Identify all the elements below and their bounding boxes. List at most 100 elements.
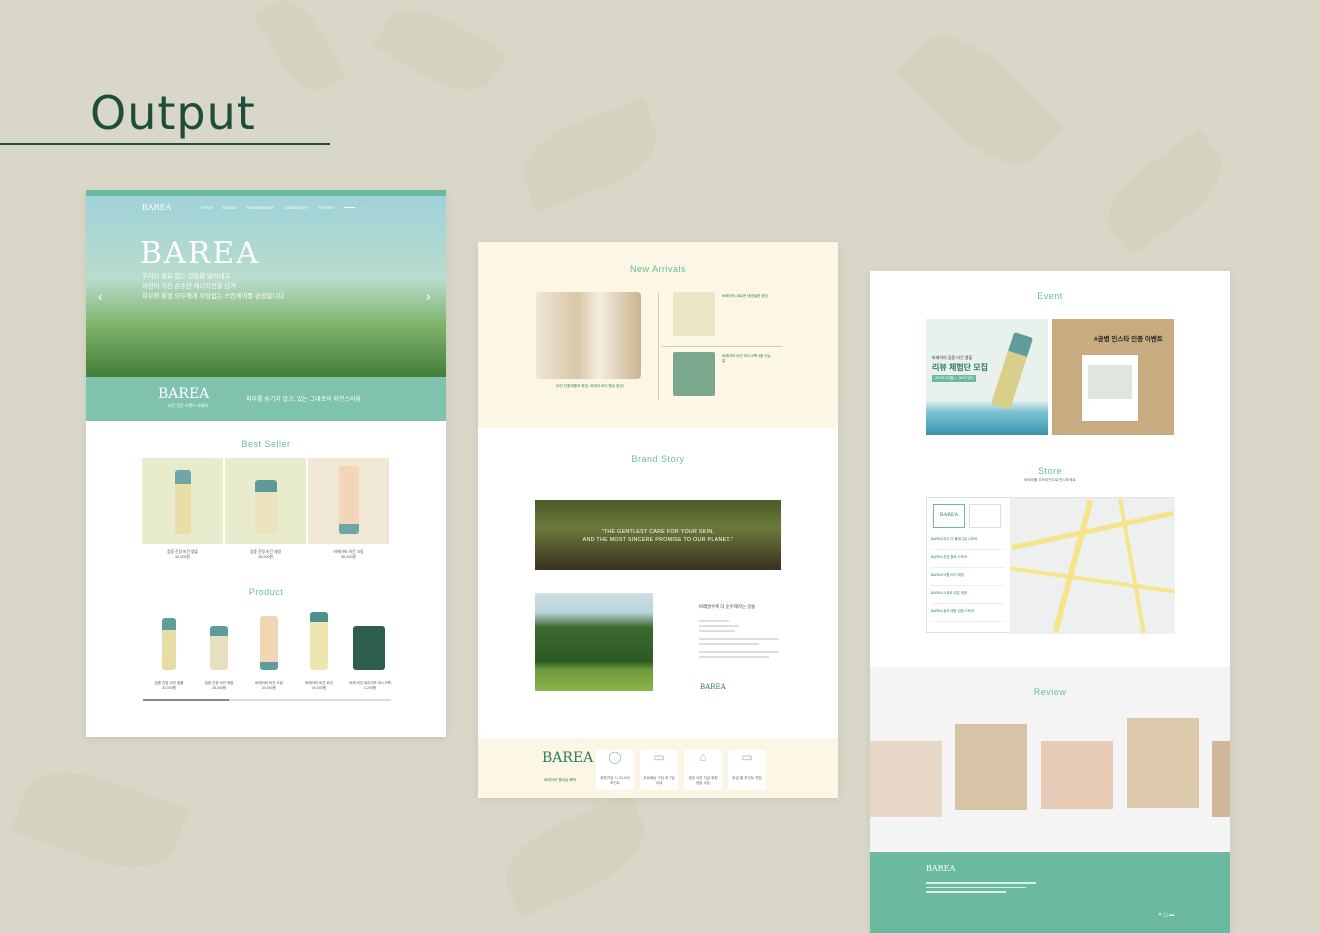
product-item[interactable] [350,614,388,674]
best-item-text: 집중 진정 비건 세럼 28,000원 [225,550,306,560]
product-title: Product [248,587,284,597]
review-card[interactable] [870,741,942,817]
product-image [353,626,385,670]
footer-info [926,882,1046,896]
search-input[interactable] [344,206,355,208]
nav-item[interactable]: REVIEW [318,205,334,210]
user-icon: ◯ [608,750,622,764]
user-icon[interactable]: ◦ [377,205,378,210]
search-icon[interactable]: ○ [365,205,367,210]
mockup-event-page: Event 바레아의 집중 비건 앰플 리뷰 체험단 모집 25.09.01(월… [870,271,1230,933]
best-card[interactable] [142,458,223,544]
mockup-home-page: BAREA 우리는 필요 없는 것들을 덜어내고 자연이 가진 순수한 에너지만… [86,190,446,737]
new-arrivals-title: New Arrivals [629,264,686,274]
product-image [210,626,228,670]
new-arrival-thumb[interactable] [673,352,715,396]
brand-story-banner: "THE GENTLEST CARE FOR YOUR SKIN, AND TH… [535,500,781,570]
best-item-price: 32,000원 [174,555,191,559]
review-card[interactable] [1041,741,1113,809]
product-image [260,616,278,670]
quote-line: AND THE MOST SINCERE PROMISE TO OUR PLAN… [582,537,734,543]
event-headline: 리뷰 체험단 모집 [932,363,988,372]
store-row[interactable]: BAREA 낙원 리더 매장 [931,572,1005,586]
nav-logo[interactable]: BAREA [142,203,171,212]
card-icon: ▭ [741,750,753,764]
cart-icon[interactable]: ▫ [389,205,390,210]
new-arrival-thumb[interactable] [673,292,715,336]
new-arrival-item: 바레아의 새로운 에센셜한 완성 [722,294,768,298]
store-map[interactable] [1010,498,1175,634]
best-item-price: 28,000원 [257,555,274,559]
product-item[interactable] [150,614,188,674]
store-finder: BAREA BAREA 파주 더 플래그십 스토어 BAREA 천호 점포 스토… [926,497,1175,634]
hero-banner: BAREA 우리는 필요 없는 것들을 덜어내고 자연이 가진 순수한 에너지만… [86,196,446,381]
benefit-card[interactable]: ◯ 회원가입 시 30,000 포인트 [596,750,634,790]
nav-item[interactable]: COMMUNITY [284,205,309,210]
review-card[interactable] [1212,741,1230,817]
store-title: Store [1037,466,1062,476]
best-card[interactable] [308,458,389,544]
best-seller-title: Best Seller [241,439,291,449]
review-card[interactable] [1127,718,1199,808]
new-arrival-photo[interactable] [536,292,641,379]
product-image [310,612,328,670]
product-text: 집중 진정 비건 앰플 32,000원 [144,681,194,691]
product-image [338,466,359,534]
hero-brand: BAREA [140,236,260,271]
footer-logo: BAREA [542,750,594,766]
band-logo: BAREA [158,386,210,402]
benefit-label: 생일 쿠폰 지급 회원 생일 쿠폰 [688,776,718,785]
hero-copy: 우리는 필요 없는 것들을 덜어내고 자연이 가진 순수한 에너지만을 남겨 피… [142,272,322,302]
event-banner-review[interactable]: 바레아의 집중 비건 앰플 리뷰 체험단 모집 25.09.01(월) ~ 09… [926,319,1048,435]
product-image [254,480,277,534]
forest-photo [535,593,653,691]
review-title: Review [1033,687,1067,697]
store-tab-oliveyoung[interactable] [969,504,1001,528]
page-heading: Output [90,86,256,140]
store-tab-barea[interactable]: BAREA [933,504,965,528]
product-item[interactable] [200,614,238,674]
brand-story-title: Brand Story [631,454,685,464]
new-arrival-caption: 비건 인증제품의 확장, 바레아 비디 향상 완성! [556,384,624,388]
benefit-label: 회원가입 시 30,000 포인트 [600,776,630,785]
band-tagline: 피부를 숨기지 않고, 있는 그대로의 자연스러움 [246,397,361,403]
store-sub: 바레아를 오프라인으로 만나보세요 [1024,478,1076,482]
nav-item[interactable]: BRAND [223,205,237,210]
story-heading: 바레알수록 더 순수해지는 것들 [699,604,756,609]
benefit-card[interactable]: ⌂ 생일 쿠폰 지급 회원 생일 쿠폰 [684,750,722,790]
store-row[interactable]: BAREA 스포트 리븐 매장 [931,590,1005,604]
membership-link[interactable]: 바레아의 멤버십 혜택 [544,778,576,783]
product-item[interactable] [300,612,338,674]
product-price: 28,000원 [212,686,226,690]
product-image [162,618,176,670]
benefit-card[interactable]: ▭ 무료배송 구입 후 7일 이내 [640,750,678,790]
event-dates: 25.09.01(월) ~ 09.27(토) [932,375,977,382]
divider [658,292,659,400]
product-scrollbar[interactable] [143,699,391,701]
product-item[interactable] [250,614,288,674]
benefit-label: 등급 별 포인트 적립 [732,776,762,780]
quote-line: "THE GENTLEST CARE FOR YOUR SKIN, [601,529,715,535]
review-card[interactable] [955,724,1027,810]
store-row[interactable]: BAREA 천호 점포 스토어 [931,554,1005,568]
scrollbar-thumb[interactable] [143,699,229,701]
benefit-card[interactable]: ▭ 등급 별 포인트 적립 [728,750,766,790]
nav-item[interactable]: MEMBERSHIP [247,205,274,210]
product-text: 바레아비 비건 크림 30,000원 [244,681,294,691]
social-icons[interactable]: ✕ ◻ ▬ [1158,912,1174,918]
truck-icon: ▭ [653,750,665,764]
brand-band: BAREA 비건 전문 브랜드 바레아 피부를 숨기지 않고, 있는 그대로의 … [86,377,446,421]
store-row[interactable]: BAREA 파주 더 플래그십 스토어 [931,536,1005,550]
event-sub: 바레아의 집중 비건 앰플 [932,355,973,360]
event-banner-instagram[interactable]: #공병 인스타 인증 이벤트 [1052,319,1174,435]
benefit-label: 무료배송 구입 후 7일 이내 [643,776,675,785]
footer-logo: BAREA [926,864,956,873]
mockup-brand-page: New Arrivals 비건 인증제품의 확장, 바레아 비디 향상 완성! … [478,242,838,798]
hero-copy-line: 자연이 가진 순수한 에너지만을 남겨 [142,283,236,290]
best-item-price: 30,000원 [340,555,357,559]
prev-arrow-icon[interactable]: ‹ [98,288,103,304]
next-arrow-icon[interactable]: › [426,288,431,304]
store-row[interactable]: BAREA 동국 매장 입점 스토어 [931,608,1005,622]
nav-item[interactable]: SHOP [201,205,212,210]
best-card[interactable] [225,458,306,544]
